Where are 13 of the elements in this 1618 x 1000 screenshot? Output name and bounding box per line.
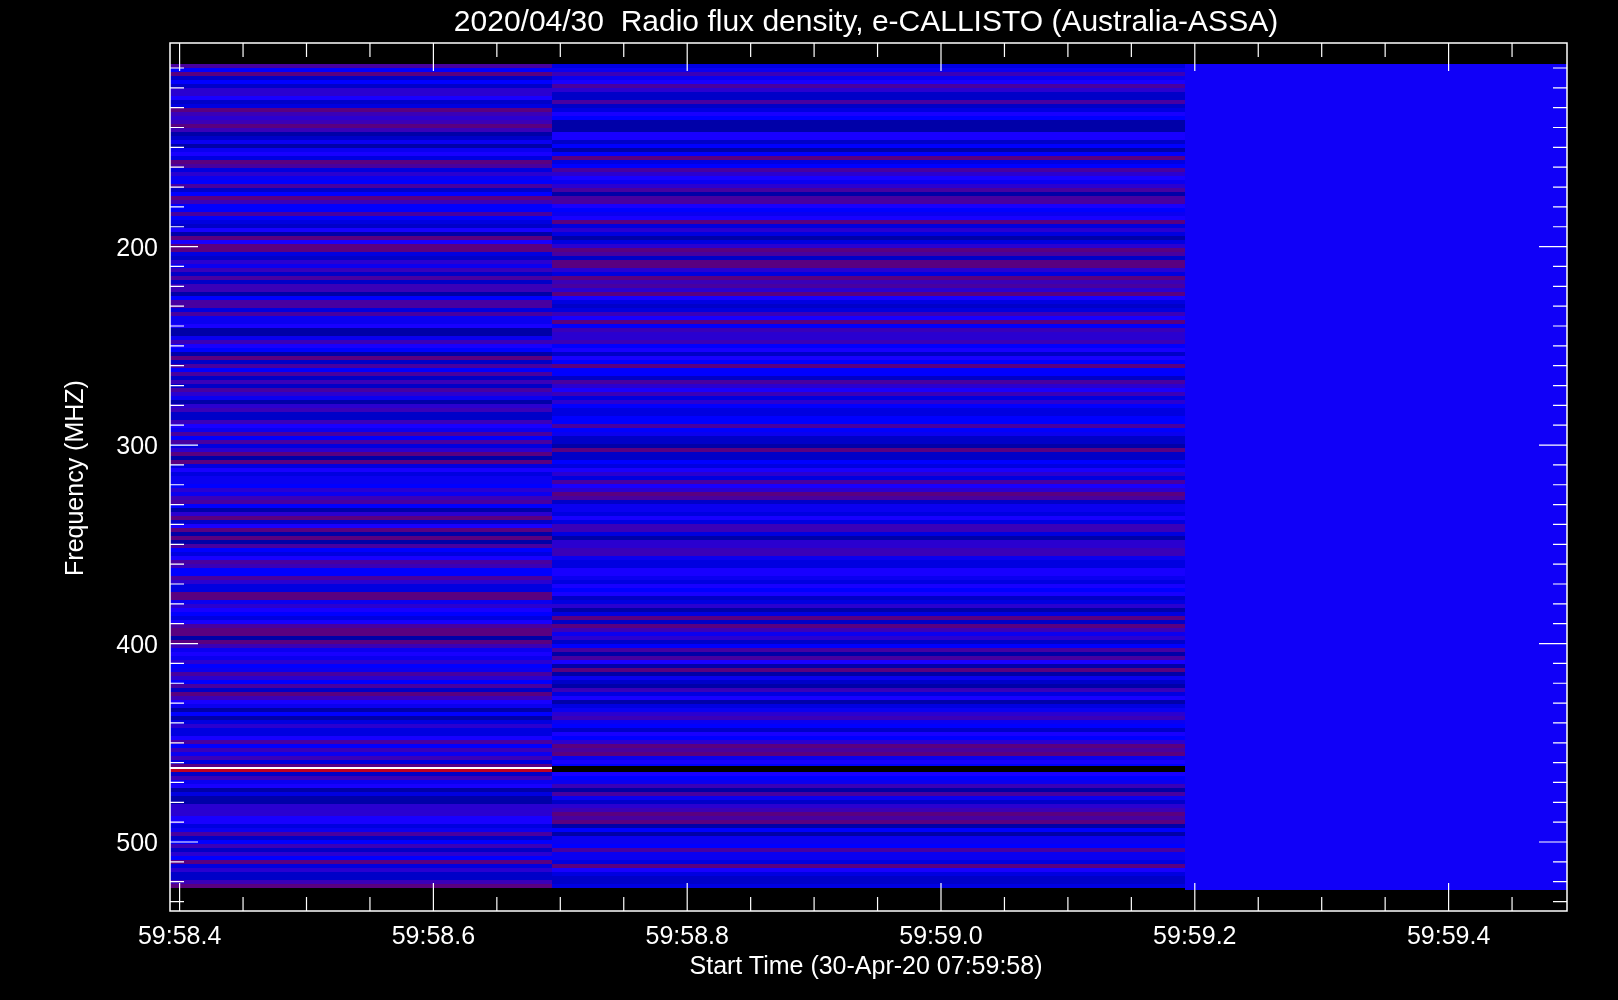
- tick-label: 200: [116, 232, 158, 261]
- tick-label: 400: [116, 629, 158, 658]
- tick-label: 59:59.2: [1153, 921, 1237, 949]
- tick-label: 59:59.0: [899, 921, 983, 949]
- tick-label: 500: [116, 828, 158, 856]
- tick-label: 59:59.4: [1406, 921, 1491, 949]
- tick-label: 59:58.8: [645, 921, 729, 949]
- tick-label: 59:58.4: [137, 921, 222, 949]
- tick-label: 300: [116, 431, 158, 460]
- axis-label: Start Time (30-Apr-20 07:59:58): [689, 951, 1043, 979]
- axis-label: Frequency (MHZ): [60, 380, 88, 576]
- tick-label: 59:58.6: [391, 921, 476, 949]
- chart-title: 2020/04/30 Radio flux density, e-CALLISTO (Australia-ASSA): [453, 4, 1279, 37]
